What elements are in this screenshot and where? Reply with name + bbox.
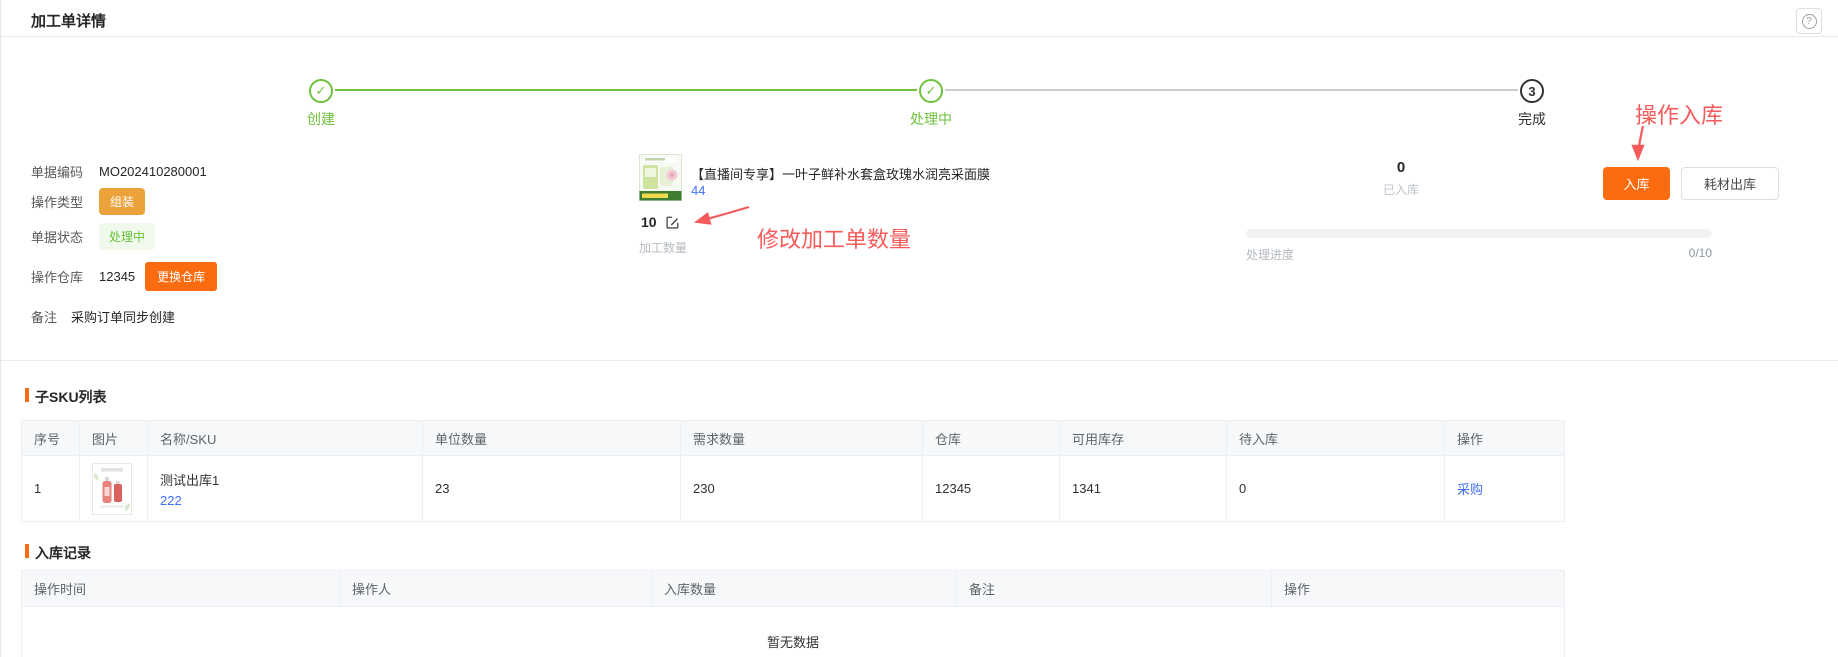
cell-name-sku: 测试出库1 222 bbox=[148, 456, 423, 522]
stepper-line-pending bbox=[945, 89, 1518, 91]
section-divider bbox=[1, 360, 1838, 361]
col-image: 图片 bbox=[80, 421, 148, 456]
col-op: 操作 bbox=[1272, 571, 1565, 607]
remark-value: 采购订单同步创建 bbox=[71, 307, 175, 326]
doc-status-badge: 处理中 bbox=[99, 223, 155, 250]
cell-index: 1 bbox=[22, 456, 80, 522]
product-title: 【直播间专享】一叶子鲜补水套盒玫瑰水润亮采面膜 bbox=[691, 164, 1291, 183]
page-header: 加工单详情 ? bbox=[1, 0, 1838, 37]
step-number: 3 bbox=[1528, 84, 1535, 99]
doc-code-row: 单据编码 MO202410280001 bbox=[31, 162, 207, 181]
product-image bbox=[639, 154, 682, 201]
sku-list-section-title: 子SKU列表 bbox=[25, 387, 107, 407]
inbound-table-header-row: 操作时间 操作人 入库数量 备注 操作 bbox=[22, 571, 1565, 607]
col-unit-qty: 单位数量 bbox=[423, 421, 681, 456]
col-remark: 备注 bbox=[957, 571, 1272, 607]
step-label-complete: 完成 bbox=[1502, 109, 1562, 129]
col-name-sku: 名称/SKU bbox=[148, 421, 423, 456]
sku-table-row: 1 测试出库1 bbox=[22, 456, 1565, 522]
inbound-count: 0 bbox=[1356, 159, 1446, 176]
col-pending-inbound: 待入库 bbox=[1227, 421, 1445, 456]
cell-action: 采购 bbox=[1445, 456, 1565, 522]
col-available-stock: 可用库存 bbox=[1060, 421, 1227, 456]
check-icon: ✓ bbox=[316, 83, 327, 99]
inbound-records-section-title: 入库记录 bbox=[25, 543, 91, 563]
col-index: 序号 bbox=[22, 421, 80, 456]
op-warehouse-label: 操作仓库 bbox=[31, 267, 99, 286]
quantity-value: 10 bbox=[641, 214, 657, 230]
op-type-row: 操作类型 组装 bbox=[31, 188, 145, 215]
progress-block: 处理进度 0/10 bbox=[1246, 229, 1712, 263]
remark-row: 备注 采购订单同步创建 bbox=[31, 307, 175, 326]
cell-pending-inbound: 0 bbox=[1227, 456, 1445, 522]
cell-unit-qty: 23 bbox=[423, 456, 681, 522]
step-created-circle: ✓ bbox=[309, 79, 333, 103]
product-sku-link[interactable]: 44 bbox=[691, 183, 705, 198]
cell-image bbox=[80, 456, 148, 522]
progress-value: 0/10 bbox=[1689, 246, 1712, 263]
check-icon: ✓ bbox=[926, 83, 937, 99]
help-button[interactable]: ? bbox=[1796, 8, 1822, 34]
col-action: 操作 bbox=[1445, 421, 1565, 456]
progress-label: 处理进度 bbox=[1246, 246, 1294, 263]
empty-state-text: 暂无数据 bbox=[22, 607, 1565, 657]
quantity-row: 10 bbox=[641, 214, 680, 230]
inbound-button[interactable]: 入库 bbox=[1603, 167, 1670, 200]
annotation-arrows bbox=[1, 0, 1838, 657]
remark-label: 备注 bbox=[31, 307, 71, 326]
cell-available-stock: 1341 bbox=[1060, 456, 1227, 522]
col-warehouse: 仓库 bbox=[923, 421, 1060, 456]
col-required-qty: 需求数量 bbox=[681, 421, 923, 456]
op-type-badge: 组装 bbox=[99, 188, 145, 215]
page-title: 加工单详情 bbox=[31, 10, 106, 31]
cell-warehouse: 12345 bbox=[923, 456, 1060, 522]
col-inbound-qty: 入库数量 bbox=[652, 571, 957, 607]
col-operator: 操作人 bbox=[340, 571, 652, 607]
progress-bar bbox=[1246, 229, 1712, 238]
op-type-label: 操作类型 bbox=[31, 192, 99, 211]
annotation-modify-quantity: 修改加工单数量 bbox=[757, 222, 911, 254]
quantity-label: 加工数量 bbox=[639, 239, 687, 256]
inbound-records-table: 操作时间 操作人 入库数量 备注 操作 暂无数据 bbox=[21, 570, 1565, 657]
op-warehouse-value: 12345 bbox=[99, 269, 135, 284]
arrow-to-edit-icon bbox=[696, 207, 749, 222]
sku-code-link[interactable]: 222 bbox=[160, 493, 410, 508]
arrow-to-inbound-button bbox=[1638, 126, 1643, 159]
step-complete-circle: 3 bbox=[1520, 79, 1544, 103]
stepper-line-done bbox=[335, 89, 917, 91]
inbound-table-empty-row: 暂无数据 bbox=[22, 607, 1565, 657]
doc-status-label: 单据状态 bbox=[31, 227, 99, 246]
step-label-created: 创建 bbox=[291, 109, 351, 129]
doc-code-label: 单据编码 bbox=[31, 162, 99, 181]
doc-code-value: MO202410280001 bbox=[99, 164, 207, 179]
cell-required-qty: 230 bbox=[681, 456, 923, 522]
step-processing-circle: ✓ bbox=[919, 79, 943, 103]
inbound-stat: 0 已入库 bbox=[1356, 159, 1446, 198]
sku-product-image bbox=[92, 463, 132, 515]
sku-table-header-row: 序号 图片 名称/SKU 单位数量 需求数量 仓库 可用库存 待入库 操作 bbox=[22, 421, 1565, 456]
doc-status-row: 单据状态 处理中 bbox=[31, 223, 155, 250]
consumable-outbound-button[interactable]: 耗材出库 bbox=[1681, 167, 1779, 200]
sku-name: 测试出库1 bbox=[160, 470, 410, 489]
edit-quantity-icon[interactable] bbox=[665, 215, 680, 230]
inbound-count-label: 已入库 bbox=[1356, 181, 1446, 198]
change-warehouse-button[interactable]: 更换仓库 bbox=[145, 262, 217, 291]
question-circle-icon: ? bbox=[1802, 14, 1817, 29]
annotation-inbound: 操作入库 bbox=[1635, 98, 1723, 130]
step-label-processing: 处理中 bbox=[896, 109, 966, 129]
processing-order-detail-page: 加工单详情 ? ✓ ✓ 3 创建 处理中 完成 单据编码 MO202410280… bbox=[0, 0, 1838, 657]
sku-table: 序号 图片 名称/SKU 单位数量 需求数量 仓库 可用库存 待入库 操作 1 bbox=[21, 420, 1565, 522]
purchase-link[interactable]: 采购 bbox=[1457, 482, 1483, 497]
op-warehouse-row: 操作仓库 12345 更换仓库 bbox=[31, 262, 217, 291]
col-op-time: 操作时间 bbox=[22, 571, 340, 607]
